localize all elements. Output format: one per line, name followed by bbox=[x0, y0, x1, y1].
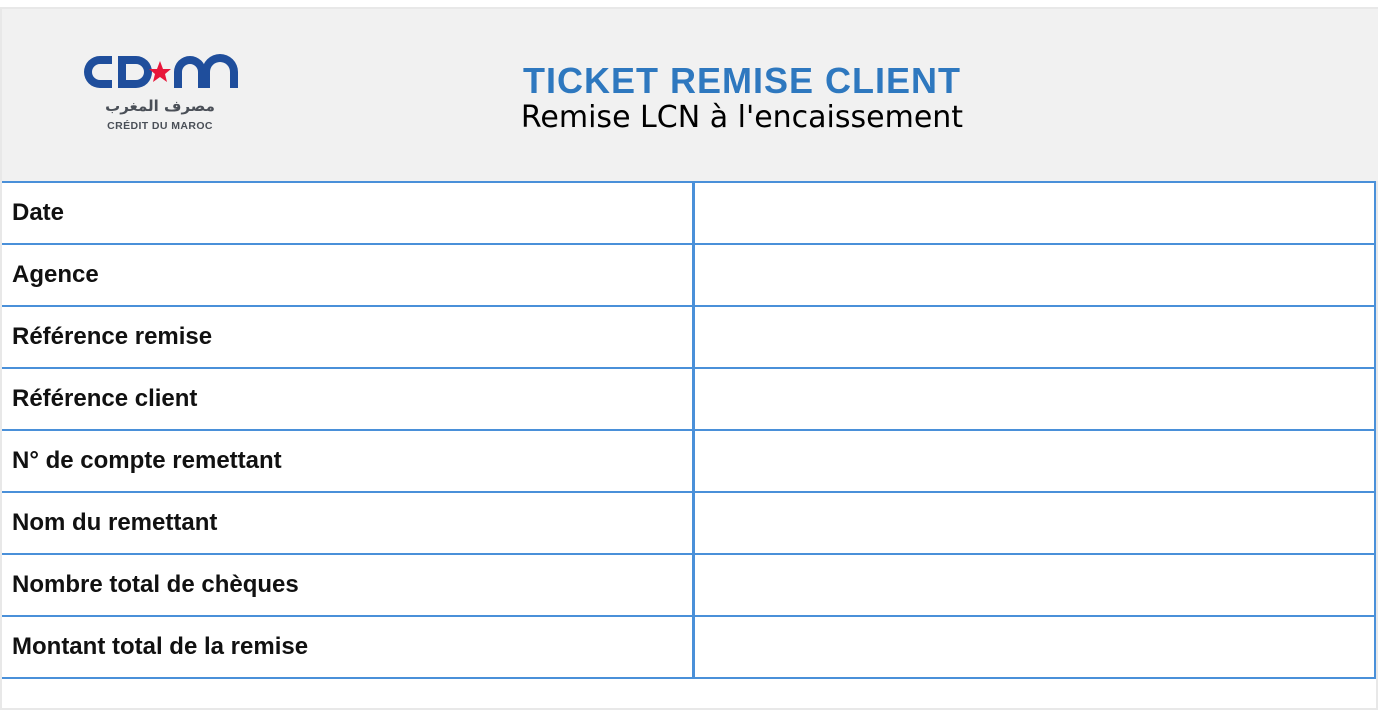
field-row-reference-remise: Référence remise bbox=[2, 305, 1376, 369]
bank-logo: مصرف المغرب CRÉDIT DU MAROC bbox=[78, 49, 248, 149]
field-row-remitter-name: Nom du remettant bbox=[2, 491, 1376, 555]
field-value[interactable] bbox=[693, 429, 1376, 493]
field-row-date: Date bbox=[2, 181, 1376, 245]
field-label: Nombre total de chèques bbox=[2, 553, 695, 617]
cdm-logo-icon bbox=[84, 54, 238, 88]
field-row-cheque-count: Nombre total de chèques bbox=[2, 553, 1376, 617]
field-label: Référence client bbox=[2, 367, 695, 431]
field-value[interactable] bbox=[693, 367, 1376, 431]
field-value[interactable] bbox=[693, 181, 1376, 245]
field-label: Référence remise bbox=[2, 305, 695, 369]
field-value[interactable] bbox=[693, 243, 1376, 307]
fields-table: Date Agence Référence remise Référence c… bbox=[2, 181, 1376, 679]
field-label: Nom du remettant bbox=[2, 491, 695, 555]
field-label: Date bbox=[2, 181, 695, 245]
field-value[interactable] bbox=[693, 553, 1376, 617]
logo-latin-text: CRÉDIT DU MAROC bbox=[107, 120, 213, 132]
field-value[interactable] bbox=[693, 491, 1376, 555]
logo-arabic-text: مصرف المغرب bbox=[105, 97, 215, 115]
ticket-subtitle: Remise LCN à l'encaissement bbox=[520, 100, 964, 135]
field-label: N° de compte remettant bbox=[2, 429, 695, 493]
ticket-form: مصرف المغرب CRÉDIT DU MAROC TICKET REMIS… bbox=[0, 7, 1378, 710]
field-row-agence: Agence bbox=[2, 243, 1376, 307]
field-value[interactable] bbox=[693, 615, 1376, 679]
field-row-total-amount: Montant total de la remise bbox=[2, 615, 1376, 679]
ticket-title: TICKET REMISE CLIENT bbox=[522, 60, 961, 101]
field-row-reference-client: Référence client bbox=[2, 367, 1376, 431]
field-label: Agence bbox=[2, 243, 695, 307]
field-value[interactable] bbox=[693, 305, 1376, 369]
field-label: Montant total de la remise bbox=[2, 615, 695, 679]
field-row-account-number: N° de compte remettant bbox=[2, 429, 1376, 493]
ticket-header: مصرف المغرب CRÉDIT DU MAROC TICKET REMIS… bbox=[2, 9, 1378, 181]
